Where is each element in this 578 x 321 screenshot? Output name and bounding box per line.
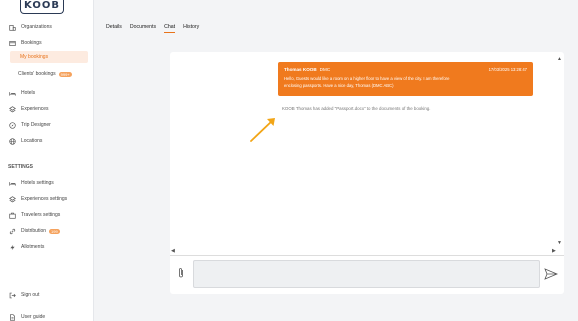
sidebar-item-label: Travelers settings: [21, 212, 61, 218]
sidebar-item-label: Experiences settings: [21, 196, 68, 202]
sidebar-item-organizations[interactable]: Organizations: [8, 21, 90, 33]
sidebar-item-label: User guide: [21, 314, 46, 320]
sidebar-item-label: Hotels settings: [21, 180, 54, 186]
paperclip-icon[interactable]: [177, 266, 185, 278]
sidebar-item-label: My bookings: [20, 54, 49, 60]
chat-message: Thomas KOOB DMC 17/03/2025 13:28:47 Hello…: [278, 62, 533, 96]
annotation-arrow-icon: [250, 118, 275, 142]
sidebar-item-my-bookings[interactable]: My bookings: [10, 51, 88, 63]
link-icon: [8, 227, 16, 235]
sidebar-item-clients-bookings[interactable]: Clients' bookings 999+: [8, 68, 90, 80]
sign-out-icon: [8, 291, 16, 299]
booking-tabs: Details Documents Chat History: [106, 24, 199, 33]
system-message: KOOB Thomas has added "Passport.docx" to…: [282, 106, 431, 111]
tab-chat[interactable]: Chat: [164, 24, 176, 33]
sidebar-item-experiences-settings[interactable]: Experiences settings: [8, 193, 90, 205]
horizontal-scrollbar[interactable]: [170, 255, 564, 256]
sidebar-item-locations[interactable]: Locations: [8, 135, 90, 147]
sidebar-item-sign-out[interactable]: Sign out: [8, 289, 90, 301]
tab-documents[interactable]: Documents: [130, 24, 156, 33]
sidebar-item-label: Experiences: [21, 106, 49, 112]
settings-section-title: SETTINGS: [8, 164, 34, 170]
bookings-icon: [8, 39, 16, 47]
tab-details[interactable]: Details: [106, 24, 122, 33]
scroll-up-arrow-icon[interactable]: ▲: [557, 56, 562, 62]
sidebar-item-label: Clients' bookings: [18, 71, 56, 77]
bed-icon: [8, 89, 16, 97]
document-icon: [8, 313, 16, 321]
organization-icon: [8, 23, 16, 31]
tab-history[interactable]: History: [183, 24, 199, 33]
message-body: Hello, Guests would like a room on a hig…: [284, 76, 450, 88]
message-author: Thomas KOOB DMC: [284, 67, 330, 72]
message-timestamp: 17/03/2025 13:28:47: [488, 67, 527, 72]
sidebar-item-experiences[interactable]: Experiences: [8, 103, 90, 115]
send-icon[interactable]: [544, 267, 559, 280]
sidebar-item-label: Organizations: [21, 24, 52, 30]
bolt-icon: [8, 243, 16, 251]
layers-icon: [8, 195, 16, 203]
bed-icon: [8, 179, 16, 187]
suitcase-icon: [8, 211, 16, 219]
sidebar-item-bookings[interactable]: Bookings: [8, 37, 90, 49]
layers-icon: [8, 105, 16, 113]
author-name: Thomas KOOB: [284, 67, 317, 72]
sidebar-item-label: Bookings: [21, 40, 42, 46]
sidebar-item-user-guide[interactable]: User guide: [8, 311, 90, 321]
sidebar-item-label: Hotels: [21, 90, 36, 96]
sidebar-item-label: Allotments: [21, 244, 45, 250]
globe-icon: [8, 137, 16, 145]
sidebar-item-distribution[interactable]: Distribution 199: [8, 225, 90, 237]
sidebar-item-hotels[interactable]: Hotels: [8, 87, 90, 99]
scroll-right-arrow-icon[interactable]: ▶: [552, 248, 556, 254]
sidebar-item-label: Trip Designer: [21, 122, 51, 128]
scroll-left-arrow-icon[interactable]: ◀: [171, 248, 175, 254]
chat-panel: ▲ Thomas KOOB DMC 17/03/2025 13:28:47 Hel…: [170, 52, 564, 294]
chat-message-input[interactable]: [193, 260, 540, 288]
sidebar-item-trip-designer[interactable]: Trip Designer: [8, 119, 90, 131]
sidebar-item-allotments[interactable]: Allotments: [8, 241, 90, 253]
sidebar-item-label: Distribution: [21, 228, 47, 234]
sidebar: KOOB Organizations Bookings My bookings …: [0, 0, 94, 321]
compass-icon: [8, 121, 16, 129]
count-badge: 999+: [58, 71, 72, 77]
author-org: DMC: [319, 67, 331, 72]
sidebar-item-travelers-settings[interactable]: Travelers settings: [8, 209, 90, 221]
sidebar-item-label: Locations: [21, 138, 43, 144]
koob-logo[interactable]: KOOB: [20, 0, 64, 14]
scroll-down-arrow-icon[interactable]: ▼: [557, 240, 562, 246]
sidebar-item-hotels-settings[interactable]: Hotels settings: [8, 177, 90, 189]
sidebar-item-label: Sign out: [21, 292, 40, 298]
count-badge: 199: [49, 228, 60, 234]
